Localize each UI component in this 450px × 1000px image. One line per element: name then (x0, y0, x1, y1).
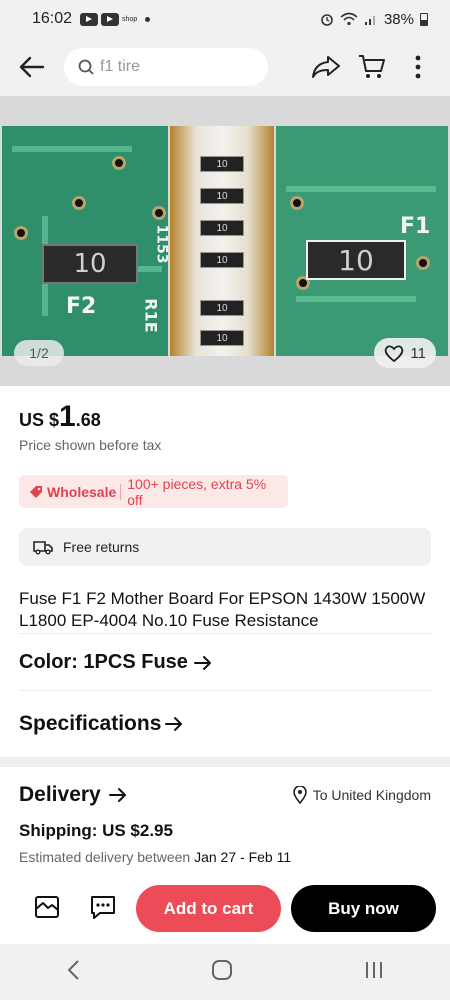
product-price: US $ 1 .68 (19, 400, 101, 434)
price-currency: US $ (19, 410, 60, 430)
specifications-label: Specifications (19, 712, 162, 735)
tape-fuse: 10 (200, 330, 244, 346)
color-label: Color: 1PCS Fuse (19, 651, 188, 673)
signal-icon (364, 16, 375, 25)
truck-icon (33, 541, 53, 555)
battery-icon (420, 12, 428, 26)
estimate-prefix: Estimated delivery between (19, 849, 191, 865)
delivery-title: Delivery (19, 783, 101, 806)
arrow-right-icon (165, 717, 183, 731)
top-header: f1 tire (0, 38, 450, 96)
youtube-icon (101, 12, 120, 26)
search-icon (78, 59, 94, 75)
nav-recents-button[interactable] (364, 960, 384, 985)
share-button[interactable] (308, 49, 344, 85)
cart-icon (359, 55, 385, 78)
image-page-indicator: 1/2 (14, 340, 64, 366)
arrow-right-icon (193, 655, 211, 670)
product-photo-left: 10 F2 1153 R1E (2, 126, 170, 356)
ship-to-location[interactable]: To United Kingdom (292, 786, 431, 804)
system-nav-bar (0, 944, 450, 1000)
add-to-cart-button[interactable]: Add to cart (136, 885, 281, 932)
divider (19, 633, 431, 634)
wholesale-tag: Wholesale (29, 483, 122, 500)
tape-fuse: 10 (200, 156, 244, 172)
more-button[interactable] (400, 49, 436, 85)
favorite-count: 11 (410, 344, 426, 362)
wifi-icon (340, 12, 358, 26)
tape-fuse: 10 (200, 188, 244, 204)
price-decimal: .68 (75, 410, 101, 430)
estimate-dates: Jan 27 - Feb 11 (194, 849, 292, 865)
color-selector[interactable]: Color: 1PCS Fuse (19, 651, 212, 674)
specifications-link[interactable]: Specifications (19, 712, 183, 736)
tax-note: Price shown before tax (19, 437, 162, 453)
home-icon (211, 959, 232, 980)
youtube-icon (80, 12, 99, 26)
search-text: f1 tire (100, 58, 141, 75)
divider (19, 690, 431, 691)
tag-icon (30, 485, 42, 498)
section-gap (0, 757, 450, 767)
estimated-delivery: Estimated delivery between Jan 27 - Feb … (19, 849, 291, 865)
tape-fuse: 10 (200, 252, 244, 268)
shipping-cost: Shipping: US $2.95 (19, 821, 173, 840)
header-actions (308, 49, 436, 85)
buy-now-button[interactable]: Buy now (291, 885, 436, 932)
silkscreen-f2: F2 (66, 294, 97, 319)
price-integer: 1 (59, 400, 76, 433)
search-input[interactable]: f1 tire (64, 48, 268, 86)
shop-label: shop (122, 15, 138, 23)
favorite-button[interactable]: 11 (374, 338, 436, 368)
product-image-gallery[interactable]: 10 F2 1153 R1E 10 10 10 10 10 10 10 F1 1… (0, 126, 450, 386)
delivery-header[interactable]: Delivery (19, 783, 127, 807)
tape-fuse: 10 (200, 220, 244, 236)
free-returns-row[interactable]: Free returns (19, 528, 431, 566)
notification-dot-icon (145, 16, 151, 22)
ship-to-label: To United Kingdom (312, 787, 431, 803)
share-icon (312, 56, 340, 78)
store-button[interactable] (30, 890, 64, 924)
bottom-action-bar: Add to cart Buy now (0, 870, 450, 944)
wholesale-text: 100+ pieces, extra 5% off (127, 475, 267, 508)
more-vertical-icon (415, 55, 421, 79)
wholesale-tag-label: Wholesale (47, 483, 117, 500)
status-time: 16:02 (32, 10, 73, 27)
arrow-right-icon (108, 788, 126, 802)
chat-icon (91, 896, 115, 919)
recents-icon (366, 961, 383, 978)
silkscreen-f1: F1 (400, 214, 431, 239)
location-pin-icon (292, 786, 307, 804)
status-right: 38% (320, 11, 428, 28)
fuse-chip-photo: 10 (42, 244, 138, 284)
fuse-chip-photo: 10 (306, 240, 406, 280)
nav-back-button[interactable] (66, 959, 80, 986)
nav-home-button[interactable] (211, 959, 233, 986)
arrow-left-icon (19, 56, 45, 78)
wholesale-promo[interactable]: Wholesale 100+ pieces, extra 5% off (19, 475, 288, 508)
free-returns-label: Free returns (63, 539, 140, 555)
store-icon (35, 896, 59, 918)
cart-button[interactable] (354, 49, 390, 85)
back-button[interactable] (14, 49, 50, 85)
chat-button[interactable] (86, 890, 120, 924)
gallery-top-band (0, 96, 450, 126)
product-photo-middle: 10 10 10 10 10 10 (170, 126, 274, 356)
silkscreen-r1: R1E (141, 298, 161, 333)
chevron-left-icon (67, 959, 79, 980)
status-bar: 16:02 shop 38% (0, 0, 450, 38)
heart-icon (385, 345, 404, 362)
battery-percent: 38% (383, 10, 414, 28)
tape-fuse: 10 (200, 300, 244, 316)
silkscreen-1153: 1153 (153, 224, 170, 264)
product-title: Fuse F1 F2 Mother Board For EPSON 1430W … (19, 589, 426, 630)
alarm-icon (321, 14, 333, 26)
product-photo-right: 10 F1 (276, 126, 448, 356)
